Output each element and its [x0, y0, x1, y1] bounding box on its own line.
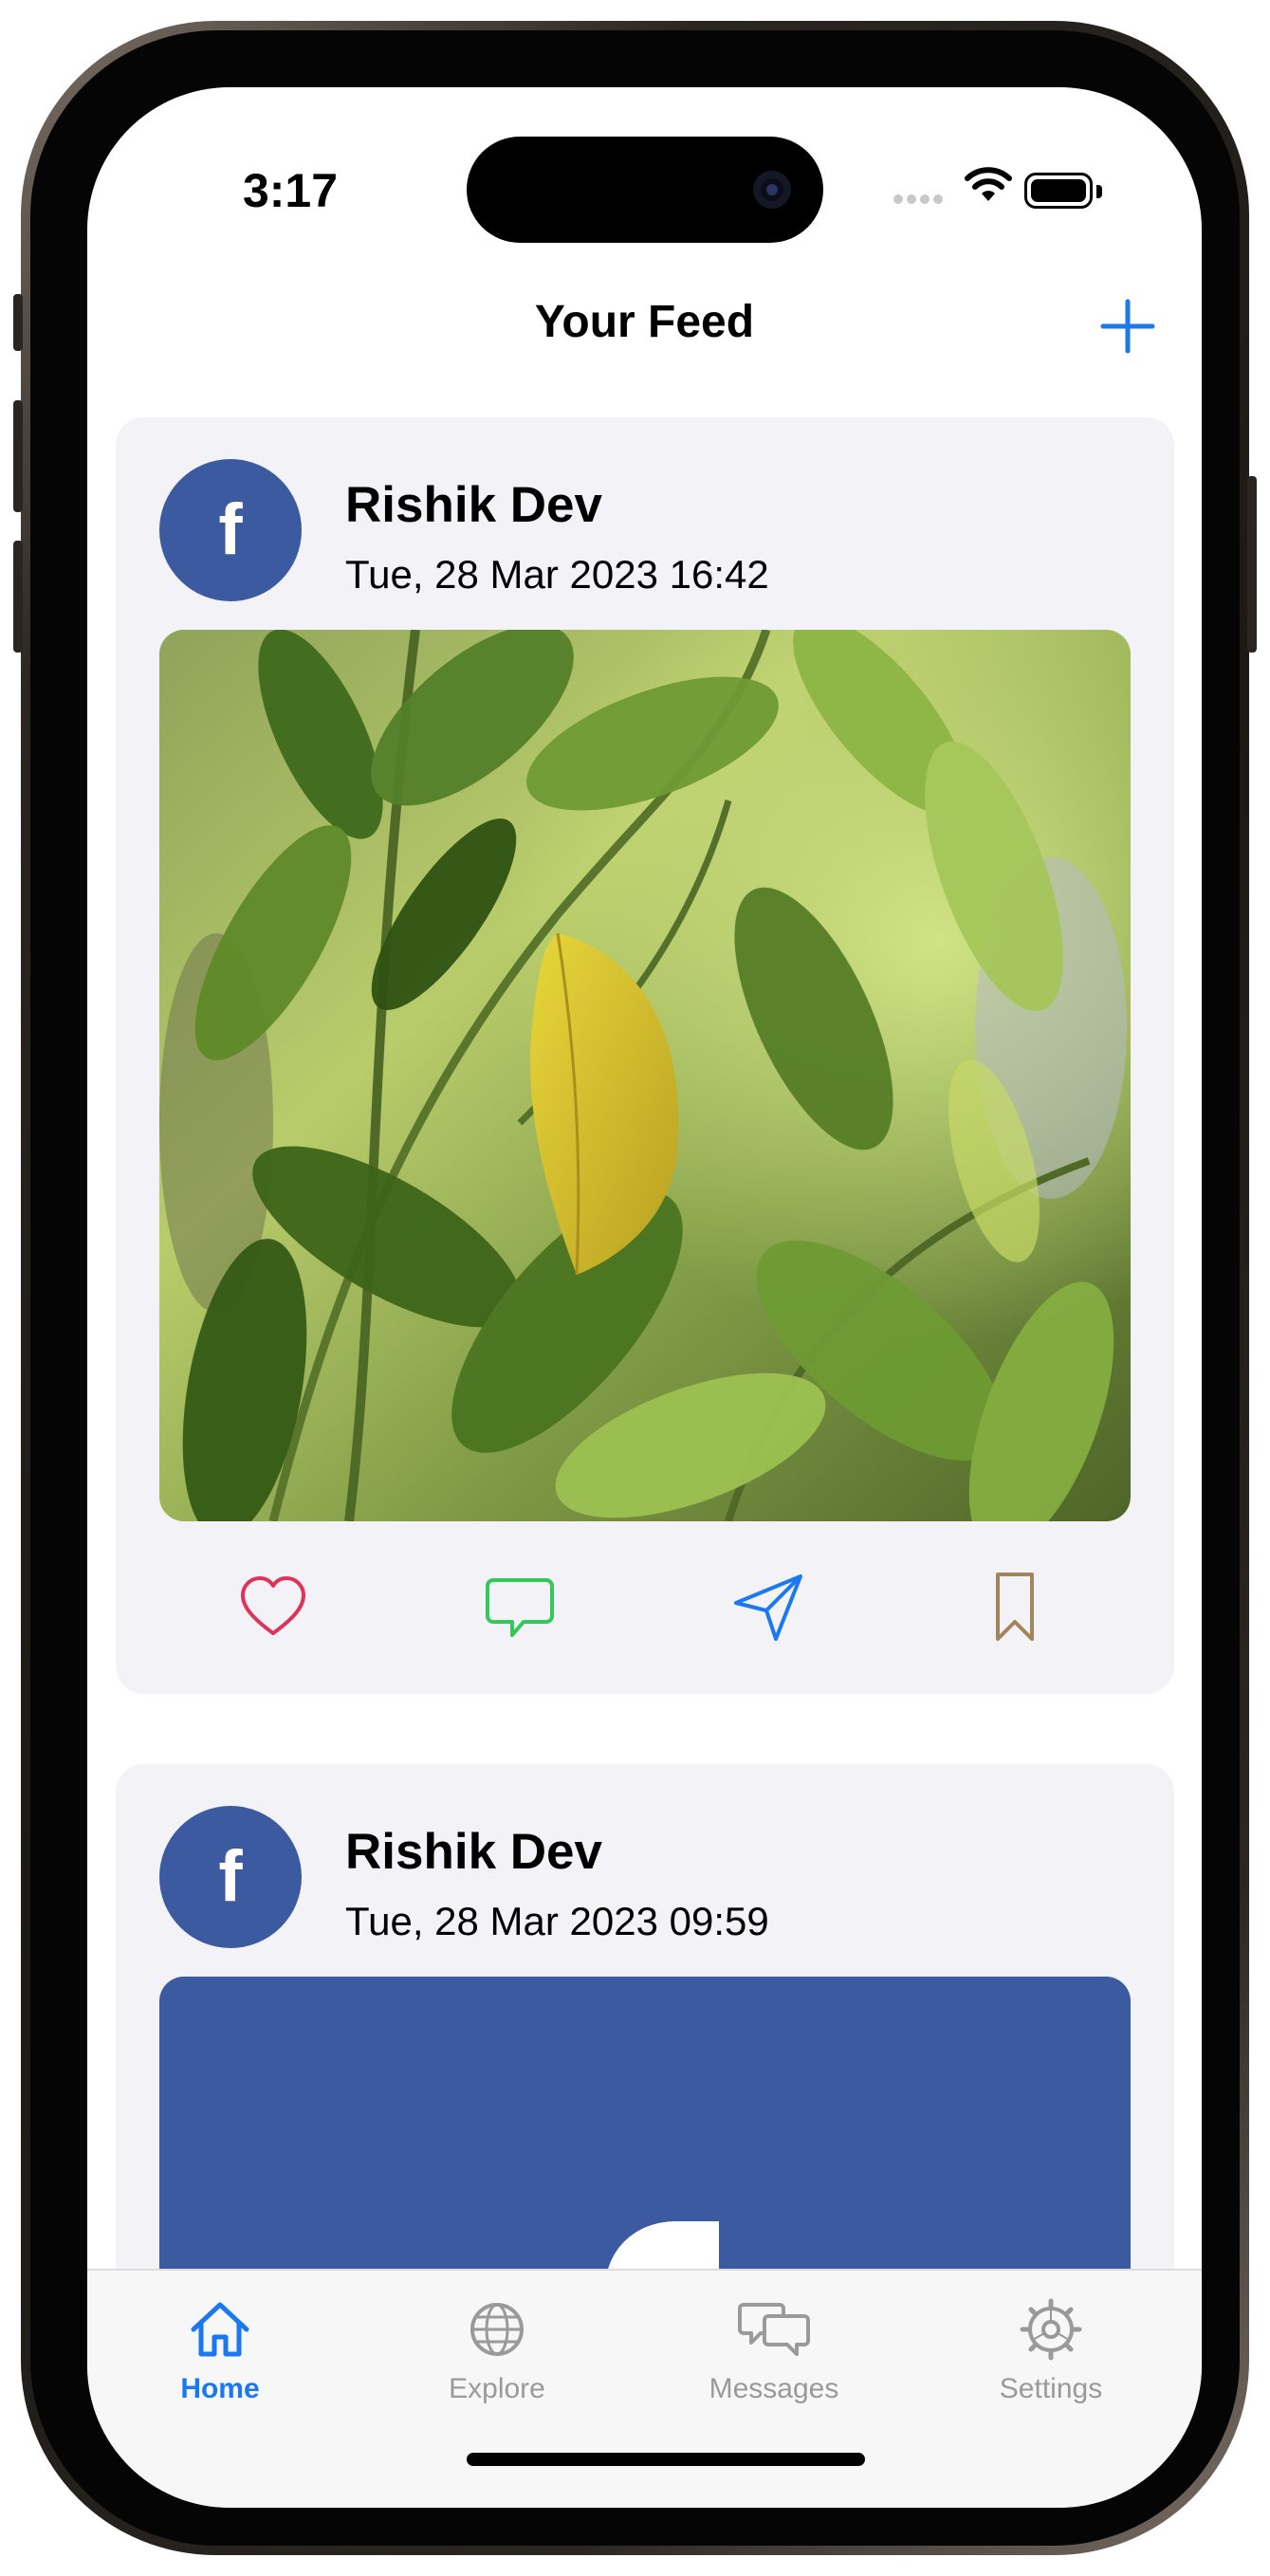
avatar[interactable]: f — [159, 459, 302, 601]
bezel: 3:17 Your Feed f Rishik Dev Tue, 28 Mar … — [30, 30, 1240, 2546]
post-timestamp: Tue, 28 Mar 2023 16:42 — [345, 552, 769, 597]
tab-bar: Home Explore Messages Settings — [87, 2269, 1202, 2508]
post-timestamp: Tue, 28 Mar 2023 09:59 — [345, 1899, 769, 1943]
dynamic-island — [467, 137, 823, 243]
house-icon — [191, 2302, 249, 2357]
tab-label: Home — [180, 2373, 260, 2404]
battery-tip — [1096, 185, 1102, 198]
cellular-signal-icon — [893, 194, 950, 206]
globe-icon — [470, 2303, 524, 2356]
chat-bubbles-icon — [738, 2303, 810, 2356]
tab-explore[interactable]: Explore — [393, 2291, 601, 2424]
volume-up-button — [13, 400, 23, 512]
tab-settings[interactable]: Settings — [947, 2291, 1155, 2424]
plus-icon[interactable] — [1097, 296, 1158, 357]
tab-messages[interactable]: Messages — [670, 2291, 878, 2424]
send-icon[interactable] — [728, 1567, 808, 1647]
status-time: 3:17 — [242, 164, 339, 217]
action-button — [13, 294, 23, 351]
post-image[interactable] — [159, 630, 1131, 1521]
home-indicator[interactable] — [467, 2453, 865, 2466]
tab-label: Settings — [999, 2373, 1103, 2404]
battery-icon — [1024, 173, 1093, 209]
wifi-icon — [965, 167, 1012, 201]
facebook-f-icon: f — [218, 1836, 243, 1917]
phone-frame: 3:17 Your Feed f Rishik Dev Tue, 28 Mar … — [13, 21, 1257, 2555]
post-author[interactable]: Rishik Dev — [345, 1823, 602, 1881]
screen: 3:17 Your Feed f Rishik Dev Tue, 28 Mar … — [87, 87, 1202, 2508]
post-card: f Rishik Dev Tue, 28 Mar 2023 16:42 — [116, 417, 1174, 1694]
post-author[interactable]: Rishik Dev — [345, 476, 602, 534]
bookmark-icon[interactable] — [975, 1567, 1055, 1647]
camera-icon — [753, 171, 791, 209]
heart-icon[interactable] — [233, 1567, 313, 1647]
facebook-f-icon: f — [218, 489, 243, 570]
avatar[interactable]: f — [159, 1806, 302, 1948]
tab-home[interactable]: Home — [116, 2291, 324, 2424]
tab-label: Messages — [709, 2373, 839, 2404]
comment-icon[interactable] — [480, 1567, 560, 1647]
tab-label: Explore — [449, 2373, 545, 2404]
page-title: Your Feed — [534, 297, 755, 347]
volume-down-button — [13, 541, 23, 653]
power-button — [1247, 476, 1257, 653]
gear-icon — [1020, 2298, 1082, 2361]
post-actions — [116, 1567, 1174, 1647]
